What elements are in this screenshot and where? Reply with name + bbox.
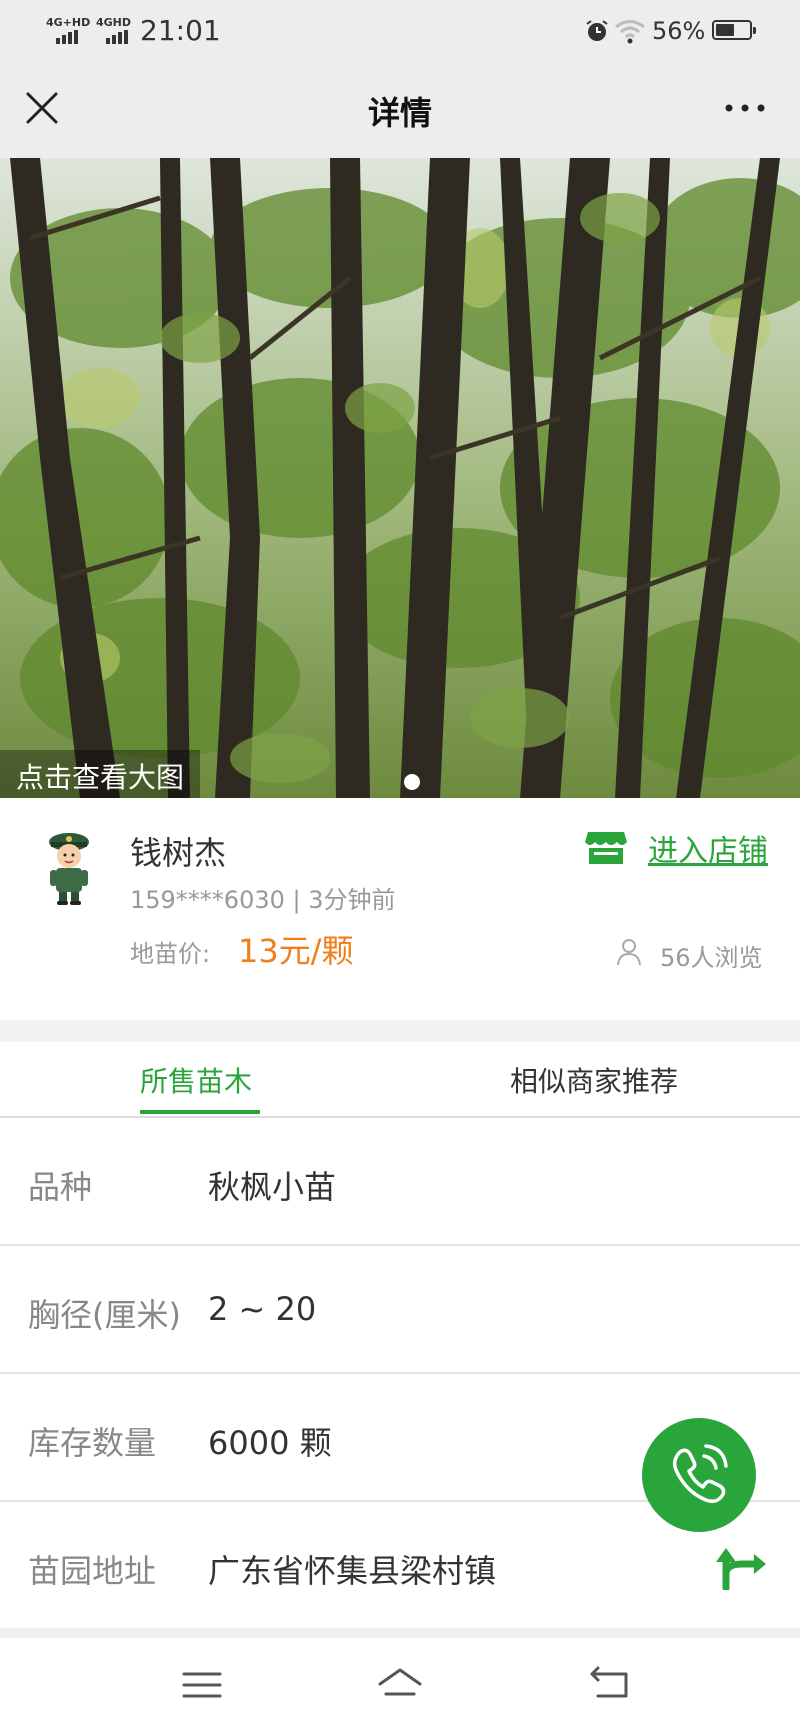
price-value: 13元/颗 xyxy=(238,932,354,970)
detail-key: 胸径(厘米) xyxy=(28,1296,181,1334)
detail-value: 广东省怀集县梁村镇 xyxy=(208,1552,497,1590)
more-options-icon[interactable] xyxy=(720,88,770,128)
person-icon xyxy=(617,939,641,966)
seller-name: 钱树杰 xyxy=(130,834,227,872)
tab-products-sold[interactable]: 所售苗木 xyxy=(140,1060,252,1100)
seller-phone-and-time: 159****6030 | 3分钟前 xyxy=(130,886,396,914)
back-icon[interactable] xyxy=(586,1664,634,1706)
detail-row-variety: 品种 秋枫小苗 xyxy=(0,1118,800,1246)
wifi-icon xyxy=(615,20,645,44)
system-navigation-bar xyxy=(0,1638,800,1733)
phone-icon xyxy=(672,1444,728,1504)
menu-icon[interactable] xyxy=(178,1664,226,1706)
call-button[interactable] xyxy=(642,1418,756,1532)
view-large-image-caption[interactable]: 点击查看大图 xyxy=(0,750,201,798)
avatar xyxy=(49,833,89,905)
tab-bar: 所售苗木 相似商家推荐 xyxy=(0,1042,800,1118)
view-count: 56人浏览 xyxy=(660,944,763,972)
enter-shop-link[interactable]: 进入店铺 xyxy=(648,826,768,870)
navigation-directions-icon[interactable] xyxy=(712,1540,768,1590)
section-divider xyxy=(0,1020,800,1042)
detail-key: 库存数量 xyxy=(28,1424,157,1462)
battery-icon xyxy=(712,20,756,40)
signal2-label: 4GHD xyxy=(96,16,132,29)
home-icon[interactable] xyxy=(376,1664,424,1706)
page-title: 详情 xyxy=(367,94,432,132)
tab-similar-merchants[interactable]: 相似商家推荐 xyxy=(510,1060,678,1100)
detail-value: 秋枫小苗 xyxy=(208,1168,337,1206)
detail-key: 品种 xyxy=(28,1168,93,1206)
store-icon[interactable] xyxy=(584,828,628,866)
title-bar: 详情 xyxy=(0,62,800,158)
price-label: 地苗价: xyxy=(130,940,211,968)
forest-photo xyxy=(0,158,800,798)
signal1-label: 4G+HD xyxy=(46,16,91,29)
status-time: 21:01 xyxy=(140,14,221,47)
detail-value: 2 ~ 20 xyxy=(208,1290,317,1328)
cell-signal-1-icon: 4G+HD xyxy=(46,16,90,44)
bottom-divider xyxy=(0,1628,800,1638)
alarm-icon xyxy=(586,20,608,41)
seller-info-card: 钱树杰 159****6030 | 3分钟前 地苗价: 13元/颗 进入店铺 5… xyxy=(0,798,800,1020)
active-tab-indicator xyxy=(140,1110,260,1114)
carousel-indicator-dot xyxy=(404,774,420,790)
battery-percent: 56% xyxy=(652,17,706,45)
detail-key: 苗园地址 xyxy=(28,1552,157,1590)
detail-value: 6000 颗 xyxy=(208,1424,332,1462)
product-image[interactable]: 点击查看大图 xyxy=(0,158,800,798)
cell-signal-2-icon: 4GHD xyxy=(96,16,134,44)
status-bar: 4G+HD 4GHD 21:01 56% xyxy=(0,0,800,62)
detail-row-diameter: 胸径(厘米) 2 ~ 20 xyxy=(0,1246,800,1374)
